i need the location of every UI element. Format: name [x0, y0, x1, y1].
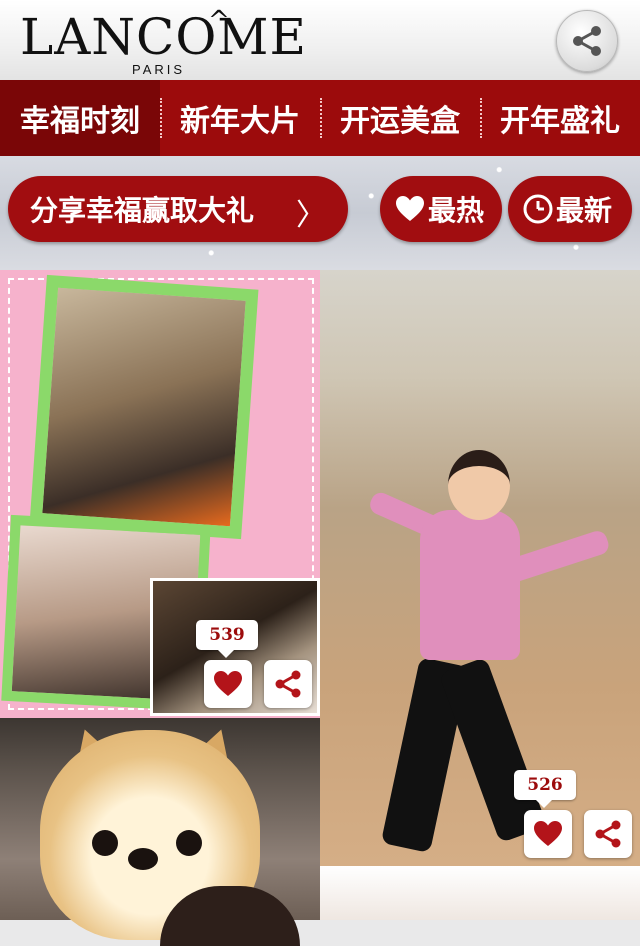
clock-icon [523, 194, 553, 224]
sort-hottest-label: 最热 [428, 194, 485, 227]
tab-new-year-film[interactable]: 新年大片 [160, 80, 320, 156]
tab-happy-moments[interactable]: 幸福时刻 [0, 80, 160, 156]
collage-photo-friends [29, 274, 259, 540]
app-header: LANCOME ^ PARIS [0, 0, 640, 81]
lancome-logo[interactable]: LANCOME ^ PARIS [20, 6, 320, 78]
chevron-right-icon: 〉 [296, 198, 326, 233]
logo-subtitle: PARIS [132, 62, 186, 77]
post-photo-portrait-partial[interactable] [320, 866, 640, 920]
heart-icon [214, 671, 242, 696]
share-happiness-button[interactable]: 分享幸福赢取大礼 〉 [8, 176, 348, 242]
post-share-button[interactable] [584, 810, 632, 858]
tab-lucky-box[interactable]: 开运美盒 [320, 80, 480, 156]
like-button[interactable] [204, 660, 252, 708]
share-icon [573, 26, 601, 56]
share-icon [275, 670, 301, 698]
photo-figure-head [448, 450, 510, 520]
logo-wordmark: LANCOME [20, 8, 308, 66]
photo-figure-body [420, 510, 520, 660]
post-share-button[interactable] [264, 660, 312, 708]
photo-puppy-eye [176, 830, 202, 856]
promo-label: 分享幸福赢取大礼 [30, 194, 255, 227]
photo-puppy-nose [128, 848, 158, 870]
tab-new-year-gifts[interactable]: 开年盛礼 [480, 80, 640, 156]
sort-newest-label: 最新 [556, 194, 613, 227]
heart-icon [396, 196, 424, 221]
logo-circumflex: ^ [208, 6, 230, 36]
share-icon [595, 820, 621, 848]
like-count-badge: 539 [196, 620, 258, 658]
photo-puppy-eye [92, 830, 118, 856]
like-count-badge: 526 [514, 770, 576, 808]
sort-newest-button[interactable]: 最新 [508, 176, 632, 242]
category-tabs: 幸福时刻 新年大片 开运美盒 开年盛礼 [0, 80, 640, 156]
heart-icon [534, 821, 562, 846]
header-share-button[interactable] [556, 10, 618, 72]
like-button[interactable] [524, 810, 572, 858]
sort-hottest-button[interactable]: 最热 [380, 176, 502, 242]
